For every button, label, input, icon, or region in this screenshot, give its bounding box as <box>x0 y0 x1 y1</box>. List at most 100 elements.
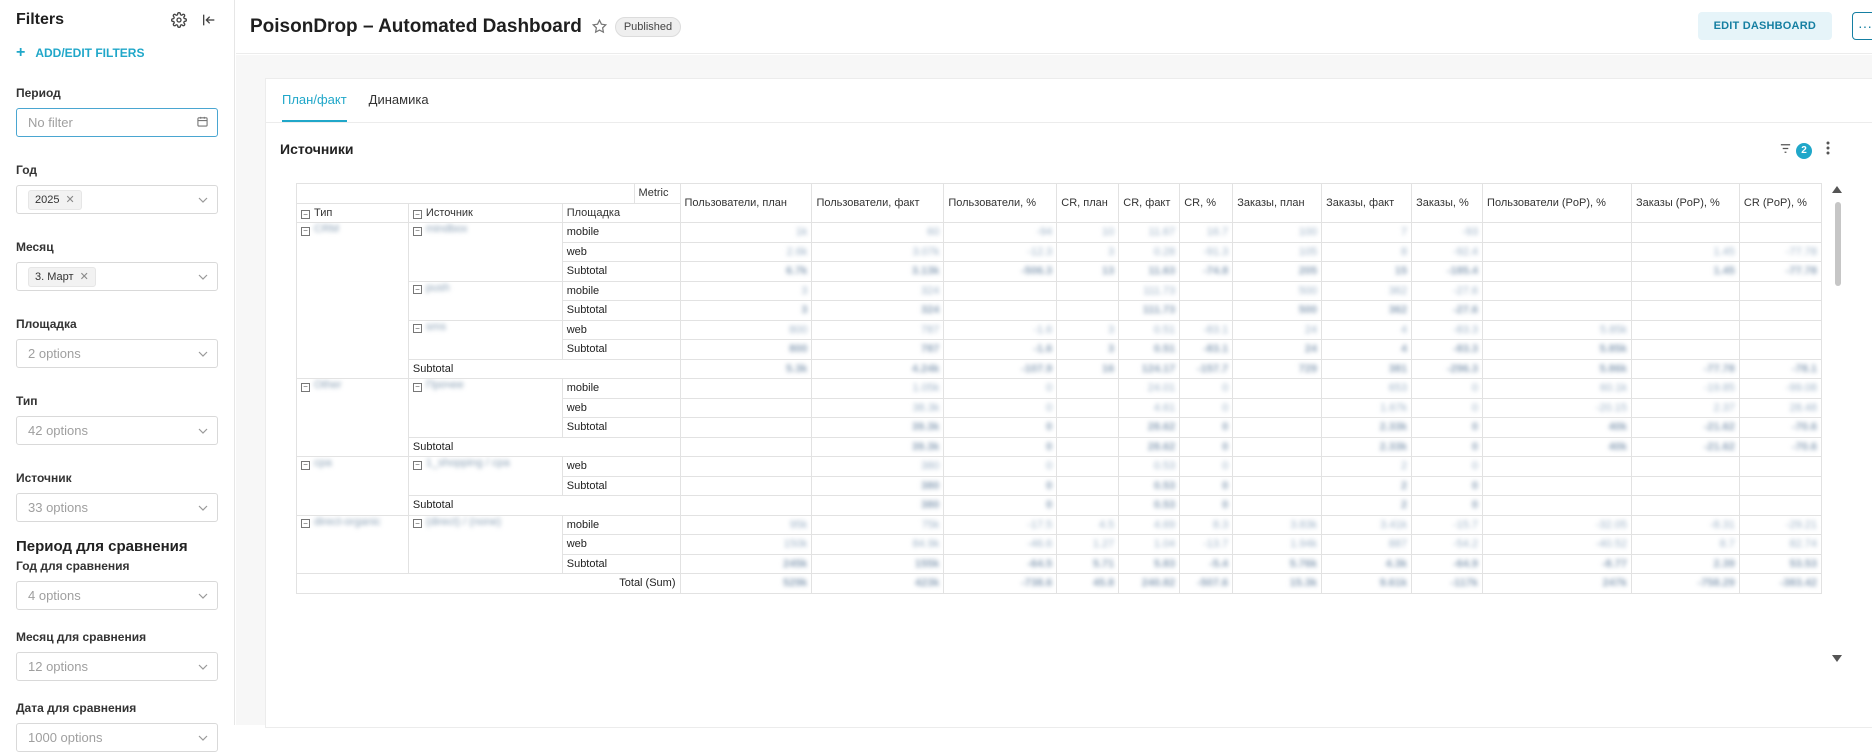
value-cell <box>1482 495 1632 516</box>
table-row: − direct-organic − (direct) / (none) mobile 9… <box>296 514 1822 574</box>
value-cell: 324 <box>811 300 945 321</box>
value-text: 75k <box>921 518 940 531</box>
total-label: Total (Sum) <box>296 573 681 594</box>
value-cell: -1.6 <box>943 319 1058 340</box>
compare-month-select[interactable]: 12 options <box>16 652 218 681</box>
collapse-icon[interactable]: − <box>301 460 310 470</box>
col-header[interactable]: Заказы, % <box>1411 183 1484 223</box>
type-cell[interactable]: − CRM <box>296 222 409 379</box>
source-subtotal-label: Subtotal <box>407 495 681 516</box>
col-header[interactable]: CR (PoP), % <box>1738 183 1822 223</box>
col-header[interactable]: CR, план <box>1056 183 1120 223</box>
source-cell[interactable]: − push <box>407 280 563 321</box>
chevron-down-icon[interactable] <box>198 195 208 205</box>
tab-plan-fact[interactable]: План/факт <box>282 79 347 122</box>
source-cell[interactable]: − (direct) / (none) <box>407 514 563 574</box>
star-icon[interactable] <box>591 19 607 34</box>
value-text: -91.3 <box>1203 245 1229 258</box>
col-header[interactable]: Заказы, факт <box>1321 183 1413 223</box>
value-cell <box>1232 495 1323 516</box>
value-text: 0 <box>1471 421 1479 434</box>
row-header-source[interactable]: − Источник <box>407 202 563 223</box>
source-cell[interactable]: − mindbox <box>407 222 563 282</box>
value-cell <box>1179 300 1234 321</box>
col-header[interactable]: Пользователи, % <box>943 183 1058 223</box>
row-header-type[interactable]: − Тип <box>296 202 409 223</box>
source-cell[interactable]: − sms <box>407 319 563 360</box>
col-header[interactable]: Пользователи (PoP), % <box>1482 183 1632 223</box>
gear-icon[interactable] <box>170 11 188 29</box>
row-header-platform[interactable]: Площадка <box>561 202 681 223</box>
col-header[interactable]: Заказы (PoP), % <box>1630 183 1740 223</box>
filter-label-period: Период <box>16 86 61 100</box>
col-header[interactable]: CR, факт <box>1118 183 1181 223</box>
applied-filters-indicator[interactable]: 2 <box>1779 142 1812 160</box>
platform-filter-select[interactable]: 2 options <box>16 339 218 368</box>
value-cell <box>1738 495 1822 516</box>
collapse-icon[interactable]: − <box>301 210 310 219</box>
collapse-left-icon[interactable] <box>200 11 218 29</box>
source-cell[interactable]: − Прочее <box>407 378 563 438</box>
chevron-down-icon[interactable] <box>198 733 208 743</box>
year-filter-select[interactable]: 2025 ✕ <box>16 185 218 214</box>
value-cell <box>943 280 1058 301</box>
collapse-icon[interactable]: − <box>412 324 422 333</box>
more-options-button[interactable]: ··· <box>1852 12 1872 40</box>
value-cell <box>1738 280 1822 301</box>
edit-dashboard-button[interactable]: EDIT DASHBOARD <box>1697 12 1832 40</box>
collapse-icon[interactable]: − <box>301 519 310 528</box>
value-text: 0 <box>1046 401 1053 414</box>
type-cell[interactable]: − direct-organic <box>296 514 409 574</box>
compare-date-select[interactable]: 1000 options <box>16 723 218 752</box>
value-text: -21.62 <box>1703 421 1735 434</box>
tag-remove-icon[interactable]: ✕ <box>65 193 74 206</box>
type-cell[interactable]: − Other <box>296 378 409 457</box>
value-text: 8.7 <box>1719 538 1735 551</box>
collapse-icon[interactable]: − <box>412 210 422 219</box>
value-text: -27.6 <box>1452 304 1479 317</box>
chevron-down-icon[interactable] <box>198 503 208 513</box>
value-cell: 887 <box>1321 534 1413 555</box>
collapse-icon[interactable]: − <box>301 226 310 236</box>
scrollbar-thumb[interactable] <box>1835 202 1841 286</box>
value-text: 5.83 <box>1153 557 1176 570</box>
collapse-icon[interactable]: − <box>301 382 310 392</box>
metric-header: Metric <box>633 183 681 204</box>
collapse-icon[interactable]: − <box>412 382 422 392</box>
collapse-icon[interactable]: − <box>412 285 422 294</box>
collapse-icon[interactable]: − <box>412 519 422 528</box>
calendar-icon[interactable] <box>197 115 208 130</box>
chart-menu-icon[interactable] <box>1826 141 1830 160</box>
chevron-down-icon[interactable] <box>198 426 208 436</box>
col-header[interactable]: Пользователи, факт <box>811 183 945 223</box>
value-cell <box>1630 475 1740 496</box>
month-filter-select[interactable]: 3. Март ✕ <box>16 262 218 291</box>
add-edit-filters-button[interactable]: + ADD/EDIT FILTERS <box>16 45 218 61</box>
col-header[interactable]: Заказы, план <box>1232 183 1323 223</box>
value-text: 39.3k <box>911 440 940 453</box>
col-header[interactable]: CR, % <box>1179 183 1234 223</box>
value-cell: 3 <box>1056 319 1120 340</box>
value-cell: 150k <box>679 534 813 555</box>
type-filter-select[interactable]: 42 options <box>16 416 218 445</box>
collapse-icon[interactable]: − <box>412 460 422 470</box>
scroll-down-arrow[interactable] <box>1832 655 1842 662</box>
chevron-down-icon[interactable] <box>198 349 208 359</box>
source-filter-select[interactable]: 33 options <box>16 493 218 522</box>
type-cell[interactable]: − cpa <box>296 456 409 516</box>
period-filter-input[interactable]: No filter <box>16 108 218 137</box>
collapse-icon[interactable]: − <box>412 226 422 236</box>
tab-dynamics[interactable]: Динамика <box>369 79 429 122</box>
platform-cell: web <box>561 397 681 418</box>
tag-remove-icon[interactable]: ✕ <box>80 270 89 283</box>
chevron-down-icon[interactable] <box>198 591 208 601</box>
scroll-up-arrow[interactable] <box>1832 186 1842 193</box>
chevron-down-icon[interactable] <box>198 272 208 282</box>
value-cell: 324 <box>811 280 945 301</box>
table-row: − CRM − mindbox mobile 1k 60 -94 10 11.67 16.7 100 7… <box>296 222 1822 379</box>
col-header[interactable]: Пользователи, план <box>679 183 813 223</box>
source-cell[interactable]: −1_shopping / cpa <box>407 456 563 496</box>
status-badge[interactable]: Published <box>614 16 682 37</box>
compare-year-select[interactable]: 4 options <box>16 581 218 610</box>
chevron-down-icon[interactable] <box>198 662 208 672</box>
